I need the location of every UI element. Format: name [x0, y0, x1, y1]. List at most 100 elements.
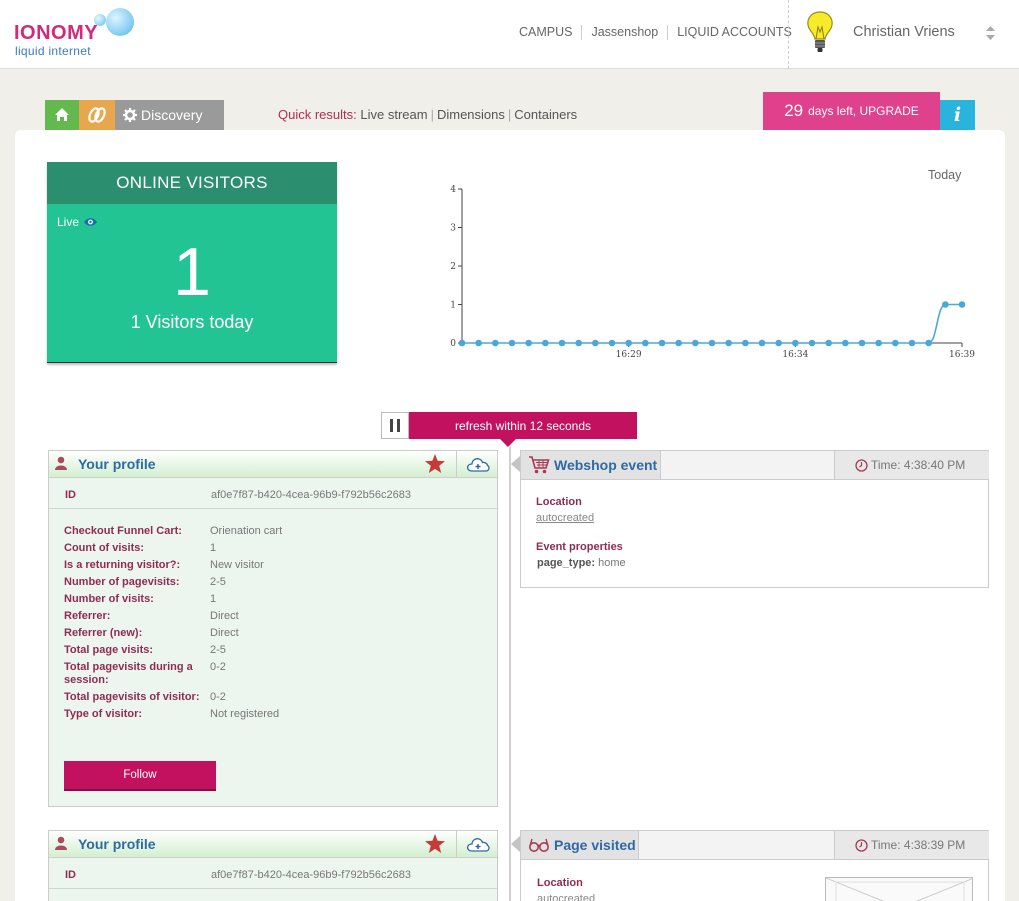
- event-location-link[interactable]: autocreated: [537, 893, 595, 901]
- property-value: 2-5: [210, 576, 226, 588]
- chart-x-tick-label: 16:39: [949, 350, 975, 360]
- quick-link-dimensions[interactable]: Dimensions: [437, 107, 505, 122]
- pause-button[interactable]: [381, 412, 409, 439]
- event-properties-label: Event properties: [536, 541, 623, 553]
- cloud-upload-icon: [466, 838, 490, 852]
- chart-data-point: [942, 301, 949, 308]
- chart-data-point: [458, 339, 466, 347]
- property-row: Number of pagevisits: 2-5: [64, 576, 482, 589]
- page-thumbnail[interactable]: [825, 877, 973, 901]
- chart-data-point: [808, 339, 816, 347]
- logo-word: IONOMY: [14, 22, 99, 44]
- cloud-save-button[interactable]: [456, 451, 498, 477]
- person-icon: [55, 456, 67, 470]
- chart-data-point: [792, 339, 799, 347]
- property-label: Total pagevisits during a session:: [64, 661, 193, 686]
- person-icon: [55, 836, 67, 850]
- upgrade-days: 29: [784, 101, 804, 120]
- home-button[interactable]: [45, 100, 79, 130]
- event-card-header: Page visited Time: 4:38:39 PM: [521, 831, 989, 860]
- thumbnail-placeholder-icon: [826, 878, 972, 901]
- upgrade-text: days left, UPGRADE: [808, 104, 919, 118]
- event-location-label: Location: [536, 496, 582, 508]
- info-icon: i: [953, 104, 962, 126]
- follow-button[interactable]: Follow: [64, 761, 216, 791]
- profile-id-row: ID af0e7f87-b420-4cea-96b9-f792b56c2683: [49, 858, 497, 889]
- event-pointer: [511, 836, 520, 852]
- property-row: Total page visits: 2-5: [64, 644, 482, 657]
- nav-divider: [788, 0, 789, 69]
- event-location-link[interactable]: autocreated: [536, 512, 594, 524]
- property-value: Direct: [210, 627, 239, 639]
- property-label: Number of pagevisits:: [64, 576, 180, 588]
- event-property: page_type: home: [537, 557, 626, 569]
- online-visitors-widget: ONLINE VISITORS Live 1 1 Visitors today: [47, 162, 337, 363]
- user-menu-toggle-icon[interactable]: [985, 25, 996, 41]
- chart-data-point: [492, 339, 499, 347]
- profile-card-header: Your profile: [49, 451, 497, 478]
- property-label: Total page visits:: [64, 644, 154, 656]
- visitors-today: 1 Visitors today: [130, 312, 254, 332]
- profile-properties: Checkout Funnel Cart: Orienation cart Cou…: [49, 509, 497, 721]
- event-card: Webshop event Time: 4:38:40 PM Location …: [520, 450, 989, 588]
- chart-data-point: [958, 301, 966, 308]
- event-title: Webshop event: [554, 457, 658, 473]
- property-value: Not registered: [210, 708, 280, 720]
- quick-link-live-stream[interactable]: Live stream: [360, 107, 427, 122]
- ionomy-logo[interactable]: IONOMY liquid internet: [14, 8, 139, 60]
- chart-data-point: [475, 339, 482, 347]
- lightbulb-icon[interactable]: [805, 10, 835, 58]
- property-row: Number of visits: 1: [64, 593, 482, 606]
- quick-link-containers[interactable]: Containers: [514, 107, 577, 122]
- property-value: Direct: [210, 610, 239, 622]
- chart-data-point: [625, 339, 632, 347]
- user-name[interactable]: Christian Vriens: [853, 24, 955, 40]
- topnav-campus[interactable]: CAMPUS: [510, 25, 581, 40]
- star-icon[interactable]: [424, 453, 446, 475]
- profile-card-header: Your profile: [49, 831, 497, 858]
- property-label: Is a returning visitor?:: [64, 559, 181, 571]
- star-icon[interactable]: [424, 833, 446, 855]
- event-time-label: Time: 4:38:40 PM: [871, 458, 966, 472]
- refresh-pointer: [500, 439, 516, 447]
- profile-id-label: ID: [65, 869, 76, 881]
- topnav-liquid-accounts[interactable]: LIQUID ACCOUNTS: [667, 25, 801, 40]
- chart-data-point: [508, 339, 516, 347]
- chart-data-point: [708, 339, 716, 347]
- property-value: 0-2: [210, 661, 226, 673]
- upgrade-button[interactable]: 29 days left, UPGRADE: [763, 92, 940, 130]
- chart-data-point: [608, 339, 616, 347]
- clock-icon: [855, 458, 868, 472]
- cloud-upload-icon: [466, 458, 490, 472]
- logo-tagline: liquid internet: [15, 44, 91, 58]
- chart-data-point: [558, 339, 566, 347]
- event-title: Page visited: [554, 837, 636, 853]
- live-indicator[interactable]: Live: [57, 215, 98, 229]
- info-button[interactable]: i: [940, 100, 975, 130]
- property-row: Checkout Funnel Cart: Orienation cart: [64, 525, 482, 538]
- quick-results-label: Quick results:: [278, 107, 357, 122]
- profile-card: Your profile ID af0e7f87-b420-4cea-96b9-…: [48, 450, 498, 807]
- cloud-save-button[interactable]: [456, 831, 498, 857]
- topnav-jassenshop[interactable]: Jassenshop: [581, 25, 667, 40]
- chart-data-point: [892, 339, 899, 347]
- clock-icon: [855, 838, 868, 852]
- property-row: Count of visits: 1: [64, 542, 482, 555]
- top-bar: IONOMY liquid internet CAMPUS Jassenshop…: [0, 0, 1019, 69]
- profile-id-value: af0e7f87-b420-4cea-96b9-f792b56c2683: [211, 869, 411, 881]
- link-icon: [88, 107, 106, 123]
- chart-data-point: [875, 339, 882, 347]
- timeline-line: [509, 447, 511, 901]
- chart-series-line: [462, 303, 962, 344]
- event-time-label: Time: 4:38:39 PM: [871, 838, 966, 852]
- quick-results: Quick results: Live stream | Dimensions | Co…: [278, 107, 578, 122]
- property-row: Type of visitor: Not registered: [64, 708, 482, 721]
- link-button[interactable]: [79, 100, 115, 130]
- event-time: Time: 4:38:40 PM: [834, 451, 989, 479]
- discovery-button[interactable]: Discovery: [115, 100, 224, 130]
- profile-title: Your profile: [78, 456, 156, 472]
- event-property-value: home: [598, 557, 626, 569]
- property-row: Referrer (new): Direct: [64, 627, 482, 640]
- chart-data-point: [675, 339, 682, 347]
- event-location-label: Location: [537, 877, 583, 889]
